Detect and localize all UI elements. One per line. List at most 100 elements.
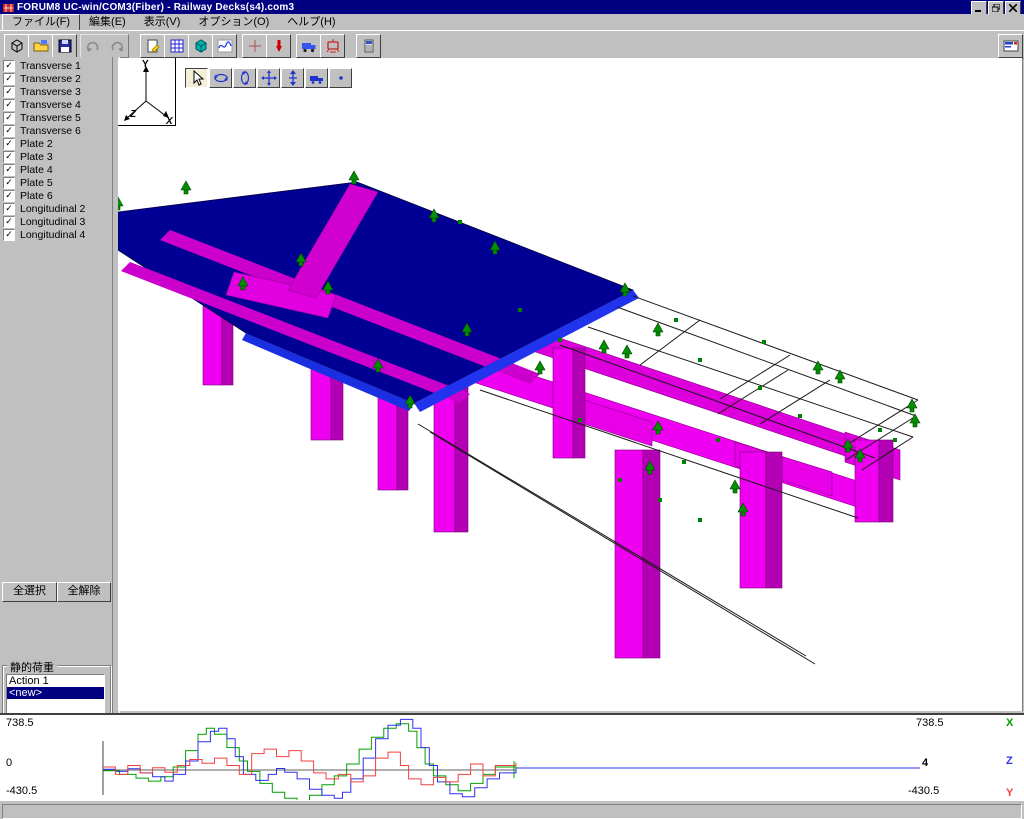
main-toolbar bbox=[0, 30, 1024, 59]
layer-row: ✓ Longitudinal 3 bbox=[3, 216, 85, 228]
nav-drive-button[interactable] bbox=[305, 68, 328, 88]
minimize-button[interactable] bbox=[971, 1, 987, 15]
layer-label: Plate 5 bbox=[20, 177, 53, 189]
axis-x-label: X bbox=[165, 116, 174, 125]
layer-checkbox[interactable]: ✓ bbox=[3, 138, 15, 150]
layer-row: ✓ Longitudinal 4 bbox=[3, 229, 85, 241]
redo-button[interactable] bbox=[104, 34, 129, 58]
layer-row: ✓ Transverse 6 bbox=[3, 125, 81, 137]
menu-bar: ファイル(F) 編集(E) 表示(V) オプション(O) ヘルプ(H) bbox=[0, 13, 1024, 31]
layer-label: Longitudinal 2 bbox=[20, 203, 86, 215]
calculator-button[interactable] bbox=[356, 34, 381, 58]
layer-row: ✓ Plate 2 bbox=[3, 138, 53, 150]
layer-row: ✓ Plate 5 bbox=[3, 177, 53, 189]
legend-x: X bbox=[1006, 717, 1014, 729]
curve-button[interactable] bbox=[212, 34, 237, 58]
menu-2[interactable]: 編集(E) bbox=[80, 15, 135, 30]
axis-z-label: Z bbox=[129, 109, 137, 120]
undo-button[interactable] bbox=[80, 34, 105, 58]
ymax-label-left: 738.5 bbox=[6, 717, 34, 729]
layer-row: ✓ Longitudinal 2 bbox=[3, 203, 85, 215]
title-bar: FORUM8 UC-win/COM3(Fiber) - Railway Deck… bbox=[0, 0, 1024, 15]
legend-y: Y bbox=[1006, 787, 1014, 799]
layer-checkbox[interactable]: ✓ bbox=[3, 229, 15, 241]
load-history-chart: 738.5 0 -430.5 738.5 4 -430.5 X Z Y bbox=[0, 713, 1024, 800]
menu-5[interactable]: ヘルプ(H) bbox=[278, 15, 344, 30]
layer-row: ✓ Plate 4 bbox=[3, 164, 53, 176]
open-folder-button[interactable] bbox=[28, 34, 53, 58]
layer-label: Transverse 4 bbox=[20, 99, 81, 111]
nav-pan-button[interactable] bbox=[257, 68, 280, 88]
layer-panel: ✓ Transverse 1 ✓ Transverse 2 ✓ Transverse 3 ✓… bbox=[0, 57, 118, 759]
layer-row: ✓ Plate 6 bbox=[3, 190, 53, 202]
axis-triad: Y X Z bbox=[118, 58, 176, 127]
layer-label: Transverse 1 bbox=[20, 60, 81, 72]
nav-pointer-button[interactable] bbox=[185, 68, 208, 88]
deselect-all-button[interactable]: 全解除 bbox=[57, 582, 111, 602]
layer-label: Transverse 6 bbox=[20, 125, 81, 137]
pin-button[interactable] bbox=[266, 34, 291, 58]
grid-button[interactable] bbox=[164, 34, 189, 58]
window-title: FORUM8 UC-win/COM3(Fiber) - Railway Deck… bbox=[17, 1, 295, 13]
axis-y-label: Y bbox=[142, 59, 149, 70]
layer-label: Transverse 3 bbox=[20, 86, 81, 98]
truck-button[interactable] bbox=[296, 34, 321, 58]
ymin-label-left: -430.5 bbox=[6, 785, 38, 797]
nav-rotate-horizontal-button[interactable] bbox=[209, 68, 232, 88]
layer-checkbox[interactable]: ✓ bbox=[3, 151, 15, 163]
close-button[interactable] bbox=[1005, 1, 1021, 15]
model-viewport[interactable]: Y X Z bbox=[118, 58, 1023, 711]
static-load-item[interactable]: Action 1 bbox=[7, 675, 104, 687]
ymin-label-right: -430.5 bbox=[908, 785, 940, 797]
layer-checkbox[interactable]: ✓ bbox=[3, 99, 15, 111]
progress-step-label: 4 bbox=[922, 757, 929, 769]
layer-label: Plate 4 bbox=[20, 164, 53, 176]
layer-checkbox[interactable]: ✓ bbox=[3, 112, 15, 124]
train-button[interactable] bbox=[320, 34, 345, 58]
layer-row: ✓ Transverse 1 bbox=[3, 60, 81, 72]
save-floppy-button[interactable] bbox=[52, 34, 77, 58]
layer-label: Transverse 5 bbox=[20, 112, 81, 124]
status-panel bbox=[2, 804, 1022, 819]
wire-cube-button[interactable] bbox=[4, 34, 29, 58]
app-icon bbox=[3, 2, 14, 13]
nav-zoom-vertical-button[interactable] bbox=[281, 68, 304, 88]
notepad-button[interactable] bbox=[140, 34, 165, 58]
layer-label: Plate 2 bbox=[20, 138, 53, 150]
layer-checkbox[interactable]: ✓ bbox=[3, 177, 15, 189]
layer-checkbox[interactable]: ✓ bbox=[3, 125, 15, 137]
layer-label: Transverse 2 bbox=[20, 73, 81, 85]
nav-point-button[interactable] bbox=[329, 68, 352, 88]
menu-1[interactable]: ファイル(F) bbox=[2, 13, 81, 31]
select-all-button[interactable]: 全選択 bbox=[2, 582, 57, 602]
layer-checkbox[interactable]: ✓ bbox=[3, 86, 15, 98]
layer-row: ✓ Transverse 3 bbox=[3, 86, 81, 98]
layer-label: Plate 3 bbox=[20, 151, 53, 163]
restore-button[interactable] bbox=[988, 1, 1004, 15]
layer-checkbox[interactable]: ✓ bbox=[3, 73, 15, 85]
layer-row: ✓ Transverse 4 bbox=[3, 99, 81, 111]
window-button[interactable] bbox=[998, 34, 1023, 58]
layer-label: Plate 6 bbox=[20, 190, 53, 202]
status-bar bbox=[0, 800, 1024, 819]
menu-3[interactable]: 表示(V) bbox=[135, 15, 190, 30]
layer-label: Longitudinal 4 bbox=[20, 229, 86, 241]
nav-rotate-vertical-button[interactable] bbox=[233, 68, 256, 88]
layer-checkbox[interactable]: ✓ bbox=[3, 203, 15, 215]
menu-4[interactable]: オプション(O) bbox=[189, 15, 278, 30]
legend-z: Z bbox=[1006, 755, 1013, 767]
solid-cube-button[interactable] bbox=[188, 34, 213, 58]
crosshair-button[interactable] bbox=[242, 34, 267, 58]
layer-checkbox[interactable]: ✓ bbox=[3, 164, 15, 176]
static-load-item[interactable]: <new> bbox=[7, 687, 104, 699]
ymax-label-right: 738.5 bbox=[916, 717, 944, 729]
yzero-label-left: 0 bbox=[6, 757, 13, 769]
wave-series-Z bbox=[103, 718, 517, 799]
layer-checkbox[interactable]: ✓ bbox=[3, 216, 15, 228]
layer-row: ✓ Transverse 5 bbox=[3, 112, 81, 124]
model-canvas bbox=[118, 170, 921, 665]
layer-label: Longitudinal 3 bbox=[20, 216, 86, 228]
layer-checkbox[interactable]: ✓ bbox=[3, 190, 15, 202]
layer-checkbox[interactable]: ✓ bbox=[3, 60, 15, 72]
application-window: FORUM8 UC-win/COM3(Fiber) - Railway Deck… bbox=[0, 0, 1024, 819]
